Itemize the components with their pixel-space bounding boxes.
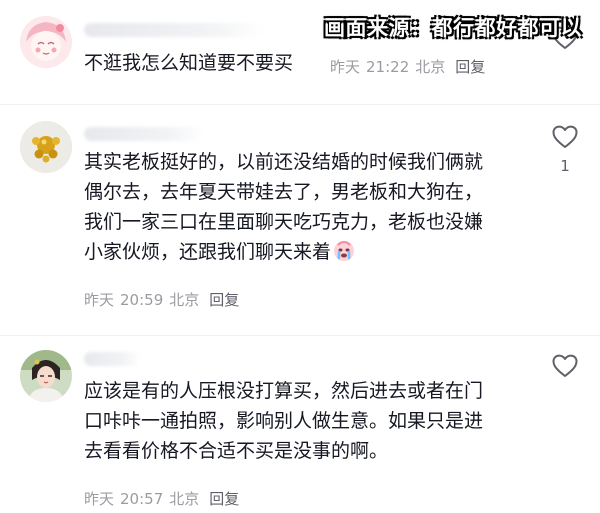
comment-meta: 昨天 21:22 北京 回复 — [330, 56, 491, 77]
comment-date: 昨天 — [84, 490, 115, 508]
comment-meta: 昨天 20:59 北京 回复 — [84, 289, 245, 310]
comment-date: 昨天 — [330, 58, 361, 76]
heart-icon — [552, 354, 578, 377]
reply-button[interactable]: 回复 — [209, 291, 239, 309]
costume-portrait-avatar-icon — [20, 350, 72, 402]
cartoon-girl-avatar-icon — [20, 16, 72, 68]
username-blurred[interactable] — [84, 352, 140, 366]
like-count: 1 — [560, 157, 570, 175]
avatar[interactable] — [20, 350, 72, 402]
comment-location: 北京 — [169, 291, 200, 309]
comment-text: 应该是有的人压根没打算买，然后进去或者在门口咔咔一通拍照，影响别人做生意。如果只… — [84, 380, 484, 462]
comment-time: 20:59 — [120, 291, 164, 309]
comment-item: 应该是有的人压根没打算买，然后进去或者在门口咔咔一通拍照，影响别人做生意。如果只… — [0, 336, 600, 513]
comment-text: 其实老板挺好的，以前还没结婚的时候我们俩就偶尔去，去年夏天带娃去了，男老板和大狗… — [84, 147, 496, 267]
avatar[interactable] — [20, 121, 72, 173]
comment-meta: 昨天 20:57 北京 回复 — [84, 488, 245, 509]
username-blurred[interactable] — [84, 127, 204, 141]
like-button[interactable]: 1 — [552, 125, 578, 175]
reply-button[interactable]: 回复 — [455, 58, 485, 76]
comment-date: 昨天 — [84, 291, 115, 309]
comment-time: 20:57 — [120, 490, 164, 508]
crying-emoji-icon — [334, 241, 355, 261]
reply-button[interactable]: 回复 — [209, 490, 239, 508]
like-button[interactable] — [552, 354, 578, 378]
heart-icon — [552, 125, 578, 148]
comment-location: 北京 — [169, 490, 200, 508]
comment-text-body: 其实老板挺好的，以前还没结婚的时候我们俩就偶尔去，去年夏天带娃去了，男老板和大狗… — [84, 151, 484, 263]
comment-time: 21:22 — [366, 58, 410, 76]
gold-ornament-avatar-icon — [20, 121, 72, 173]
avatar[interactable] — [20, 16, 72, 68]
video-source-caption: 画面来源：都行都好都可以 — [324, 16, 582, 40]
username-blurred[interactable] — [84, 23, 264, 37]
comment-location: 北京 — [415, 58, 446, 76]
comment-item: 其实老板挺好的，以前还没结婚的时候我们俩就偶尔去，去年夏天带娃去了，男老板和大狗… — [0, 105, 600, 335]
